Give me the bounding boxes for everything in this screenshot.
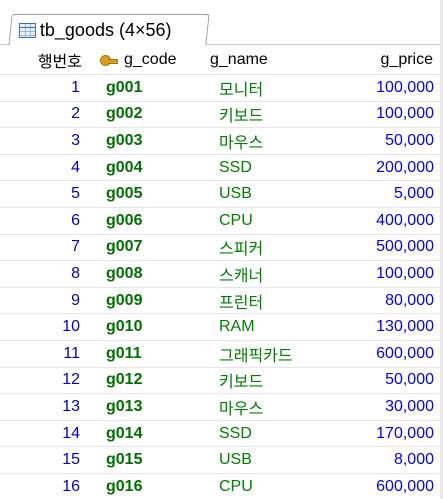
cell-g-name[interactable]: CPU [200, 474, 305, 500]
cell-g-price[interactable]: 80,000 [305, 288, 440, 314]
cell-g-price[interactable]: 130,000 [305, 314, 440, 340]
cell-row-number[interactable]: 15 [0, 447, 90, 473]
cell-row-number[interactable]: 13 [0, 394, 90, 420]
table-row[interactable]: 5 g005 USB 5,000 [0, 180, 443, 207]
table-row[interactable]: 3 g003 마우스 50,000 [0, 127, 443, 154]
cell-g-price[interactable]: 600,000 [305, 341, 440, 367]
cell-g-name[interactable]: 마우스 [200, 394, 305, 420]
cell-g-name[interactable]: USB [200, 181, 305, 207]
grid-header-row: 행번호 g_code g_name g_price [0, 45, 443, 74]
table-row[interactable]: 12 g012 키보드 50,000 [0, 366, 443, 394]
cell-g-code[interactable]: g016 [90, 474, 200, 500]
cell-g-name[interactable]: 그래픽카드 [200, 341, 305, 367]
cell-g-name[interactable]: CPU [200, 208, 305, 234]
cell-row-number[interactable]: 2 [0, 102, 90, 128]
cell-g-price[interactable]: 200,000 [305, 155, 440, 181]
cell-g-price[interactable]: 50,000 [305, 128, 440, 154]
column-header-g-code-label: g_code [124, 50, 177, 68]
table-row[interactable]: 13 g013 마우스 30,000 [0, 393, 443, 420]
cell-g-price[interactable]: 100,000 [305, 102, 440, 128]
cell-row-number[interactable]: 4 [0, 155, 90, 181]
cell-g-price[interactable]: 100,000 [305, 261, 440, 287]
cell-row-number[interactable]: 1 [0, 75, 90, 101]
column-header-g-price[interactable]: g_price [305, 45, 440, 74]
table-row[interactable]: 4 g004 SSD 200,000 [0, 153, 443, 181]
cell-g-code[interactable]: g014 [90, 421, 200, 447]
cell-g-code[interactable]: g006 [90, 208, 200, 234]
cell-g-price[interactable]: 8,000 [305, 447, 440, 473]
cell-row-number[interactable]: 10 [0, 314, 90, 340]
cell-row-number[interactable]: 12 [0, 368, 90, 394]
cell-g-code[interactable]: g005 [90, 181, 200, 207]
cell-row-number[interactable]: 14 [0, 421, 90, 447]
cell-g-price[interactable]: 170,000 [305, 421, 440, 447]
cell-g-price[interactable]: 30,000 [305, 394, 440, 420]
table-row[interactable]: 6 g006 CPU 400,000 [0, 206, 443, 234]
cell-g-price[interactable]: 600,000 [305, 474, 440, 500]
tab-label: tb_goods (4×56) [39, 19, 172, 40]
cell-g-code[interactable]: g008 [90, 261, 200, 287]
cell-g-code[interactable]: g001 [90, 75, 200, 101]
cell-g-code[interactable]: g009 [90, 288, 200, 314]
tab-tb-goods[interactable]: tb_goods (4×56) [8, 14, 210, 45]
cell-g-code[interactable]: g010 [90, 314, 200, 340]
cell-g-name[interactable]: 스캐너 [200, 261, 305, 287]
table-row[interactable]: 10 g010 RAM 130,000 [0, 313, 443, 340]
table-row[interactable]: 7 g007 스피커 500,000 [0, 233, 443, 261]
cell-g-name[interactable]: 모니터 [200, 75, 305, 101]
table-icon [18, 22, 36, 38]
cell-g-name[interactable]: 키보드 [200, 102, 305, 128]
table-row[interactable]: 9 g009 프린터 80,000 [0, 286, 443, 314]
cell-g-name[interactable]: 마우스 [200, 128, 305, 154]
table-row[interactable]: 2 g002 키보드 100,000 [0, 100, 443, 128]
cell-row-number[interactable]: 16 [0, 474, 90, 500]
cell-row-number[interactable]: 3 [0, 128, 90, 154]
cell-g-name[interactable]: 키보드 [200, 368, 305, 394]
column-header-row-number[interactable]: 행번호 [0, 45, 90, 74]
tab-bar: tb_goods (4×56) [0, 0, 443, 45]
column-header-g-code[interactable]: g_code [90, 45, 200, 74]
table-row[interactable]: 16 g016 CPU 600,000 [0, 472, 443, 500]
table-row[interactable]: 1 g001 모니터 100,000 [0, 74, 443, 101]
grid-body: 1 g001 모니터 100,000 2 g002 키보드 100,000 3 g003 마우스 50… [0, 74, 443, 500]
result-grid[interactable]: 행번호 g_code g_name g_price 1 g001 모니터 100,00… [0, 45, 443, 500]
table-row[interactable]: 15 g015 USB 8,000 [0, 446, 443, 473]
table-row[interactable]: 8 g008 스캐너 100,000 [0, 260, 443, 287]
key-icon [100, 53, 118, 67]
cell-g-name[interactable]: 스피커 [200, 235, 305, 261]
cell-row-number[interactable]: 7 [0, 235, 90, 261]
cell-g-code[interactable]: g007 [90, 235, 200, 261]
cell-g-code[interactable]: g011 [90, 341, 200, 367]
cell-g-price[interactable]: 100,000 [305, 75, 440, 101]
cell-row-number[interactable]: 5 [0, 181, 90, 207]
cell-g-name[interactable]: SSD [200, 155, 305, 181]
cell-g-code[interactable]: g004 [90, 155, 200, 181]
column-header-g-name[interactable]: g_name [200, 45, 305, 74]
cell-row-number[interactable]: 11 [0, 341, 90, 367]
table-row[interactable]: 11 g011 그래픽카드 600,000 [0, 339, 443, 367]
cell-row-number[interactable]: 9 [0, 288, 90, 314]
cell-g-code[interactable]: g013 [90, 394, 200, 420]
cell-g-price[interactable]: 500,000 [305, 235, 440, 261]
cell-g-code[interactable]: g002 [90, 102, 200, 128]
cell-g-price[interactable]: 5,000 [305, 181, 440, 207]
table-row[interactable]: 14 g014 SSD 170,000 [0, 419, 443, 447]
cell-g-code[interactable]: g012 [90, 368, 200, 394]
cell-row-number[interactable]: 6 [0, 208, 90, 234]
cell-g-price[interactable]: 400,000 [305, 208, 440, 234]
cell-g-code[interactable]: g015 [90, 447, 200, 473]
cell-row-number[interactable]: 8 [0, 261, 90, 287]
cell-g-name[interactable]: SSD [200, 421, 305, 447]
cell-g-price[interactable]: 50,000 [305, 368, 440, 394]
cell-g-name[interactable]: USB [200, 447, 305, 473]
cell-g-name[interactable]: 프린터 [200, 288, 305, 314]
cell-g-code[interactable]: g003 [90, 128, 200, 154]
cell-g-name[interactable]: RAM [200, 314, 305, 340]
